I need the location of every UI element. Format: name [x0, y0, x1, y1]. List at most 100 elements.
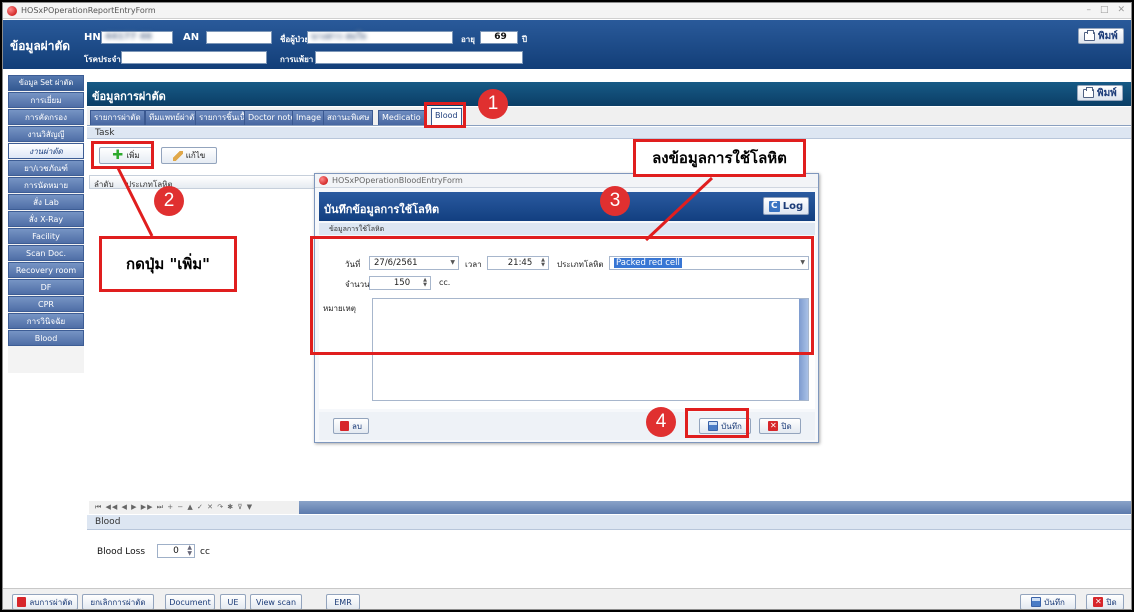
dialog-close-button[interactable]: ✕ ปิด: [759, 418, 801, 434]
footer-close-label: ปิด: [1106, 597, 1117, 607]
annotation-arrow-add: [116, 167, 154, 237]
main-title: ข้อมูลการผ่าตัด: [92, 90, 166, 103]
trash-icon: [340, 421, 349, 431]
blood-loss-unit: cc: [200, 547, 210, 557]
dialog-window-title: HOSxPOperationBloodEntryForm: [332, 176, 463, 185]
hn-label: HN: [84, 32, 101, 43]
tab-surgery-list[interactable]: รายการผ่าตัด: [90, 110, 145, 125]
an-field[interactable]: [206, 31, 272, 44]
annotation-arrow-line: [116, 167, 154, 237]
age-label: อายุ: [461, 35, 475, 44]
footer-save-button[interactable]: บันทึก: [1020, 594, 1076, 609]
annotation-step-1: 1: [478, 89, 508, 119]
blood-loss-area: Blood Loss 0 ▲ ▼ cc: [87, 531, 1131, 587]
patient-name-label: ชื่อผู้ป่วย: [280, 35, 310, 44]
sidebar-item-df[interactable]: DF: [8, 279, 84, 295]
close-window-icon[interactable]: ✕: [1117, 5, 1125, 15]
sidebar-item-blood[interactable]: Blood: [8, 330, 84, 346]
delete-surgery-button[interactable]: ลบการผ่าตัด: [12, 594, 78, 609]
window-controls: – □ ✕: [1086, 5, 1125, 15]
close-icon: ✕: [1093, 597, 1104, 607]
pencil-icon: [172, 150, 183, 161]
cancel-surgery-button[interactable]: ยกเลิกการผ่าตัด: [82, 594, 154, 609]
emr-button[interactable]: EMR: [326, 594, 360, 609]
sidebar-item-medication[interactable]: ยา/เวชภัณฑ์: [8, 160, 84, 176]
age-unit-label: ปี: [522, 35, 528, 44]
printer-icon: [1084, 29, 1095, 41]
printer-icon: [1083, 86, 1094, 98]
sidebar-item-cpr[interactable]: CPR: [8, 296, 84, 312]
annotation-callout-blood: ลงข้อมูลการใช้โลหิต: [633, 139, 806, 177]
blood-loss-spinner[interactable]: 0 ▲ ▼: [157, 544, 195, 558]
sidebar-item-anesthesia[interactable]: งานวิสัญญี: [8, 126, 84, 142]
main-print-label: พิมพ์: [1097, 87, 1117, 99]
trash-icon: [17, 597, 27, 607]
dialog-delete-label: ลบ: [352, 421, 362, 431]
footer-close-button[interactable]: ✕ ปิด: [1086, 594, 1124, 609]
allergy-field[interactable]: [315, 51, 523, 64]
hn-field[interactable]: 44177 46: [101, 31, 173, 44]
minimize-icon[interactable]: –: [1086, 5, 1091, 15]
app-logo-icon: [319, 176, 328, 185]
sidebar-item-xray[interactable]: สั่ง X-Ray: [8, 211, 84, 227]
sidebar-item-recovery-room[interactable]: Recovery room: [8, 262, 84, 278]
dialog-section-header: ข้อมูลการใช้โลหิต: [319, 223, 815, 235]
tab-image[interactable]: Image: [292, 110, 326, 125]
tab-medication[interactable]: Medicatio: [378, 110, 425, 125]
annotation-box-blood-tab: [424, 102, 466, 128]
patient-name-field[interactable]: นางสาว สมใจ: [307, 31, 453, 44]
window-titlebar: HOSxPOperationReportEntryForm – □ ✕: [3, 3, 1131, 19]
window-title: HOSxPOperationReportEntryForm: [21, 6, 156, 15]
tab-special-status[interactable]: สถานะพิเศษ: [323, 110, 374, 125]
save-icon: [1031, 597, 1042, 607]
sidebar: ข้อมูล Set ผ่าตัด การเยี่ยม การคัดกรอง ง…: [8, 75, 84, 373]
sidebar-item-diagnosis[interactable]: การวินิจฉัย: [8, 313, 84, 329]
sidebar-item-appointment[interactable]: การนัดหมาย: [8, 177, 84, 193]
task-toolbar: ✚ เพิ่ม แก้ไข: [87, 140, 1131, 171]
sidebar-item-scan-doc[interactable]: Scan Doc.: [8, 245, 84, 261]
log-icon: C: [768, 200, 780, 212]
grid-navigator: ⏮ ◀◀ ◀ ▶ ▶▶ ⏭ + − ▲ ✓ ✕ ↷ ✱ ⊽ ▼: [89, 501, 1131, 514]
patient-header: ข้อมูลผ่าตัด HN 44177 46 AN ชื่อผู้ป่วย …: [3, 20, 1131, 69]
dialog-title: บันทึกข้อมูลการใช้โลหิต: [324, 203, 440, 216]
sidebar-item-lab[interactable]: สั่ง Lab: [8, 194, 84, 210]
blood-section-header: Blood: [87, 515, 1131, 530]
sidebar-item-screening[interactable]: การคัดกรอง: [8, 109, 84, 125]
ue-button[interactable]: UE: [220, 594, 246, 609]
blood-loss-label: Blood Loss: [97, 547, 146, 557]
sidebar-item-facility[interactable]: Facility: [8, 228, 84, 244]
grid-navigator-buttons[interactable]: ⏮ ◀◀ ◀ ▶ ▶▶ ⏭ + − ▲ ✓ ✕ ↷ ✱ ⊽ ▼: [89, 501, 299, 514]
annotation-step-3: 3: [600, 186, 630, 216]
log-button[interactable]: C Log: [763, 197, 809, 215]
edit-button-label: แก้ไข: [185, 151, 206, 160]
main-print-button[interactable]: พิมพ์: [1077, 85, 1123, 101]
annotation-callout-add: กดปุ่ม "เพิ่ม": [99, 236, 237, 292]
annotation-box-blood-form: [310, 236, 814, 355]
log-button-label: Log: [782, 200, 804, 212]
annotation-step-4: 4: [646, 407, 676, 437]
maximize-icon[interactable]: □: [1100, 5, 1109, 15]
dialog-header: บันทึกข้อมูลการใช้โลหิต C Log: [319, 192, 815, 221]
sidebar-item-surgery[interactable]: งานผ่าตัด: [8, 143, 84, 159]
patient-header-title: ข้อมูลผ่าตัด: [10, 39, 71, 53]
disease-field[interactable]: [121, 51, 267, 64]
annotation-box-save-button: [685, 408, 749, 438]
footer-save-label: บันทึก: [1044, 597, 1065, 607]
spinner-arrows-icon[interactable]: ▲ ▼: [187, 545, 192, 557]
view-scan-button[interactable]: View scan: [250, 594, 302, 609]
annotation-arrow-blood: [644, 176, 714, 242]
footer-toolbar: ลบการผ่าตัด ยกเลิกการผ่าตัด Document UE …: [3, 588, 1131, 609]
age-field[interactable]: 69: [480, 31, 518, 44]
task-section-header: Task: [87, 127, 1131, 139]
blood-loss-value: 0: [173, 546, 179, 556]
tab-bar: รายการผ่าตัด ทีมแพทย์ผ่าตัด รายการชิ้นเน…: [87, 107, 1131, 126]
header-print-label: พิมพ์: [1098, 30, 1118, 42]
document-button[interactable]: Document: [165, 594, 215, 609]
an-label: AN: [183, 32, 200, 43]
sidebar-item-visit[interactable]: การเยี่ยม: [8, 92, 84, 108]
header-print-button[interactable]: พิมพ์: [1078, 28, 1124, 44]
annotation-arrow-line: [644, 176, 714, 242]
dialog-delete-button[interactable]: ลบ: [333, 418, 369, 434]
delete-surgery-label: ลบการผ่าตัด: [29, 597, 73, 607]
sidebar-item-surgery-set[interactable]: ข้อมูล Set ผ่าตัด: [8, 75, 84, 91]
